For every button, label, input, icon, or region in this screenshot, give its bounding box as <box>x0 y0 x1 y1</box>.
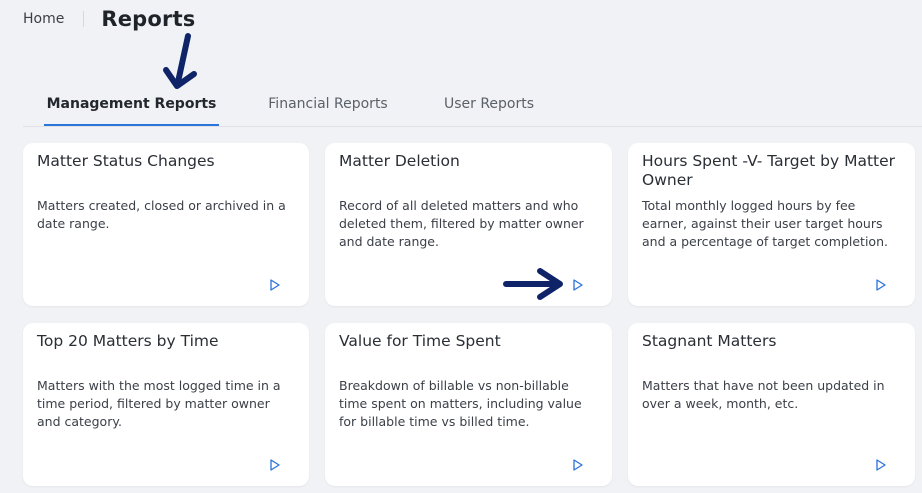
play-icon[interactable] <box>875 279 887 291</box>
card-title: Value for Time Spent <box>339 332 501 350</box>
card-title: Matter Deletion <box>339 152 460 170</box>
report-card-hours-spent-vs-target[interactable]: Hours Spent -V- Target by Matter Owner T… <box>628 143 915 306</box>
report-card-stagnant-matters[interactable]: Stagnant Matters Matters that have not b… <box>628 323 915 486</box>
play-icon[interactable] <box>875 459 887 471</box>
play-icon[interactable] <box>572 279 584 291</box>
report-card-matter-deletion[interactable]: Matter Deletion Record of all deleted ma… <box>325 143 612 306</box>
report-tabs: Management Reports Financial Reports Use… <box>23 86 922 127</box>
card-description: Matters that have not been updated in ov… <box>642 378 885 411</box>
card-description: Record of all deleted matters and who de… <box>339 198 584 249</box>
annotation-arrow-down-icon <box>163 33 197 89</box>
card-description: Total monthly logged hours by fee earner… <box>642 198 888 249</box>
play-icon[interactable] <box>269 279 281 291</box>
report-card-value-for-time-spent[interactable]: Value for Time Spent Breakdown of billab… <box>325 323 612 486</box>
page-title: Reports <box>101 7 196 31</box>
report-card-top-20-matters-by-time[interactable]: Top 20 Matters by Time Matters with the … <box>23 323 309 486</box>
card-title: Matter Status Changes <box>37 152 215 170</box>
breadcrumb: Home Reports <box>23 4 196 34</box>
card-title: Stagnant Matters <box>642 332 777 350</box>
card-description: Breakdown of billable vs non-billable ti… <box>339 378 582 429</box>
play-icon[interactable] <box>269 459 281 471</box>
play-icon[interactable] <box>572 459 584 471</box>
breadcrumb-divider <box>83 11 85 27</box>
breadcrumb-home-link[interactable]: Home <box>23 11 64 27</box>
card-description: Matters with the most logged time in a t… <box>37 378 281 429</box>
tab-management-reports[interactable]: Management Reports <box>44 86 219 126</box>
card-title: Hours Spent -V- Target by Matter Owner <box>642 152 896 189</box>
tab-user-reports[interactable]: User Reports <box>441 86 537 124</box>
report-card-matter-status-changes[interactable]: Matter Status Changes Matters created, c… <box>23 143 309 306</box>
card-description: Matters created, closed or archived in a… <box>37 198 286 231</box>
tab-financial-reports[interactable]: Financial Reports <box>263 86 393 124</box>
card-title: Top 20 Matters by Time <box>37 332 219 350</box>
